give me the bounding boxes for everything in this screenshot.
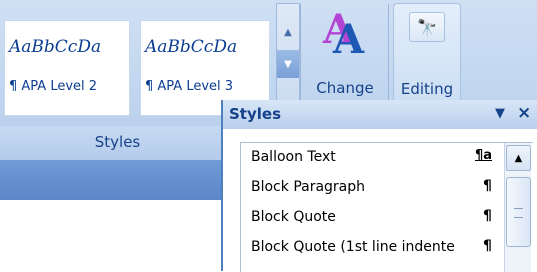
find-icon: 🔭: [409, 12, 445, 42]
list-item[interactable]: Block Quote ¶: [241, 203, 503, 233]
styles-pane: Styles ▼ × Balloon Text ¶a Block Paragra…: [221, 100, 537, 272]
style-item-name: Block Quote (1st line indente: [251, 239, 455, 255]
styles-pane-header: Styles ▼ ×: [223, 100, 537, 129]
list-item[interactable]: Block Quote (1st line indente ¶: [241, 233, 503, 263]
list-item[interactable]: Block Paragraph ¶: [241, 173, 503, 203]
editing-label: Editing: [400, 80, 454, 98]
close-icon[interactable]: ×: [517, 103, 531, 123]
chevron-up-icon: ▲: [284, 26, 292, 38]
style-name: ¶ APA Level 3: [145, 79, 234, 94]
style-name: ¶ APA Level 2: [9, 79, 98, 94]
paragraph-style-icon: ¶: [483, 238, 492, 254]
change-styles-icon: AA: [323, 6, 365, 63]
chevron-down-icon: ▼: [284, 58, 292, 70]
list-item[interactable]: Balloon Text ¶a: [241, 143, 503, 173]
styles-pane-title: Styles: [229, 105, 281, 123]
style-item-name: Block Paragraph: [251, 179, 366, 195]
change-styles-label: Change: [316, 79, 374, 97]
style-preview: AaBbCcDa: [145, 37, 238, 57]
styles-list: Balloon Text ¶a Block Paragraph ¶ Block …: [240, 142, 533, 272]
gallery-scroll-up-button[interactable]: ▲: [277, 18, 299, 46]
paragraph-style-icon: ¶: [483, 208, 492, 224]
linked-style-icon: ¶a: [475, 148, 493, 163]
chevron-up-icon: ▲: [514, 152, 523, 164]
paragraph-style-icon: ¶: [483, 178, 492, 194]
scroll-up-button[interactable]: ▲: [506, 145, 531, 171]
grip-icon: [514, 208, 523, 218]
style-preview: AaBbCcDa: [9, 37, 102, 57]
style-item-name: Block Quote: [251, 209, 336, 225]
pane-menu-icon[interactable]: ▼: [495, 106, 505, 121]
quick-style-apa-level-2[interactable]: AaBbCcDa ¶ APA Level 2: [4, 20, 130, 116]
scrollbar-thumb[interactable]: [506, 177, 531, 247]
style-item-name: Balloon Text: [251, 149, 336, 165]
styles-group-label: Styles: [94, 133, 141, 151]
styles-list-scrollbar[interactable]: ▲: [504, 143, 531, 272]
gallery-more-button[interactable]: ▼: [277, 50, 299, 78]
